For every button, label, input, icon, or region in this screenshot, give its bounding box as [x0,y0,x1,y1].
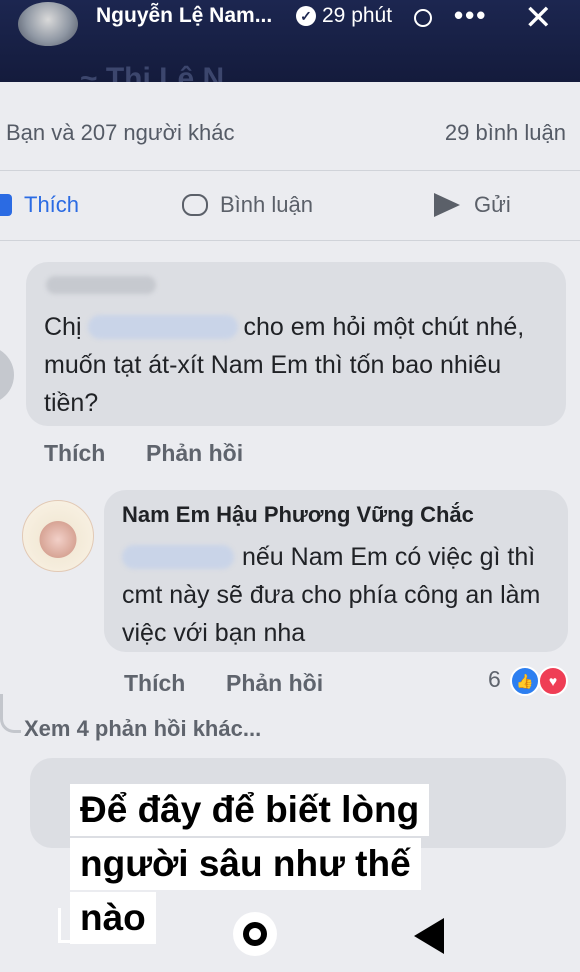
commenter-avatar[interactable] [0,346,14,404]
view-more-replies-link[interactable]: Xem 4 phản hồi khác... [24,716,261,742]
reaction-summary[interactable]: Bạn và 207 người khác [6,120,235,146]
globe-icon [414,9,432,27]
reply-text: nếu Nam Em có việc gì thì cmt này sẽ đưa… [122,543,541,647]
heart-reaction-icon: ♥ [538,666,568,696]
more-horizontal-icon[interactable]: ••• [454,0,487,31]
close-icon[interactable]: ✕ [524,0,553,38]
reply-like-link[interactable]: Thích [124,670,185,697]
comment-text: Chị cho em hỏi một chút nhé, muốn tạt át-… [44,313,525,417]
reply-avatar[interactable] [22,500,94,572]
reply-reply-link[interactable]: Phản hồi [226,670,323,697]
comment-like-link[interactable]: Thích [44,440,105,467]
blurred-tag [87,315,238,339]
comment-reply-link[interactable]: Phản hồi [146,440,243,467]
reaction-count[interactable]: 6 [488,666,501,693]
post-time: 29 phút [322,4,393,27]
send-button[interactable]: Gửi [434,192,511,218]
profile-name[interactable]: Nguyễn Lệ Nam... [96,4,272,28]
comment-bubble: Chị cho em hỏi một chút nhé, muốn tạt át-… [26,262,566,426]
divider [0,170,580,171]
like-label: Thích [24,192,80,217]
verified-badge-icon: ✓ [296,6,316,26]
back-arrow-icon[interactable] [414,918,444,954]
comment-label: Bình luận [220,192,313,217]
comment-count[interactable]: 29 bình luận [445,120,566,146]
caption-line-3: nào [70,892,156,944]
profile-avatar[interactable] [18,2,78,46]
divider [0,240,580,241]
like-reaction-icon: 👍 [510,666,540,696]
send-label: Gửi [474,192,511,217]
reply-bubble: Nam Em Hậu Phương Vững Chắc nếu Nam Em c… [104,490,568,652]
like-button[interactable]: Thích [0,192,79,218]
recent-apps-icon[interactable] [58,908,79,943]
caption-line-1: Để đây để biết lòng [70,784,430,836]
caption-line-2: người sâu như thế [70,838,421,890]
home-button-icon[interactable] [233,912,277,956]
blurred-commenter-name [46,276,156,294]
blurred-tag [122,545,234,569]
comment-button[interactable]: Bình luận [182,192,313,218]
story-header: Nguyễn Lệ Nam... ✓ 29 phút ••• ✕ ~ Thị L… [0,0,580,82]
thread-connector [0,694,21,733]
send-icon [434,193,460,217]
reply-author-name[interactable]: Nam Em Hậu Phương Vững Chắc [122,502,474,528]
header-background-text: ~ Thị Lệ N [80,62,225,82]
thumbs-up-icon [0,194,12,216]
comment-icon [182,194,208,216]
